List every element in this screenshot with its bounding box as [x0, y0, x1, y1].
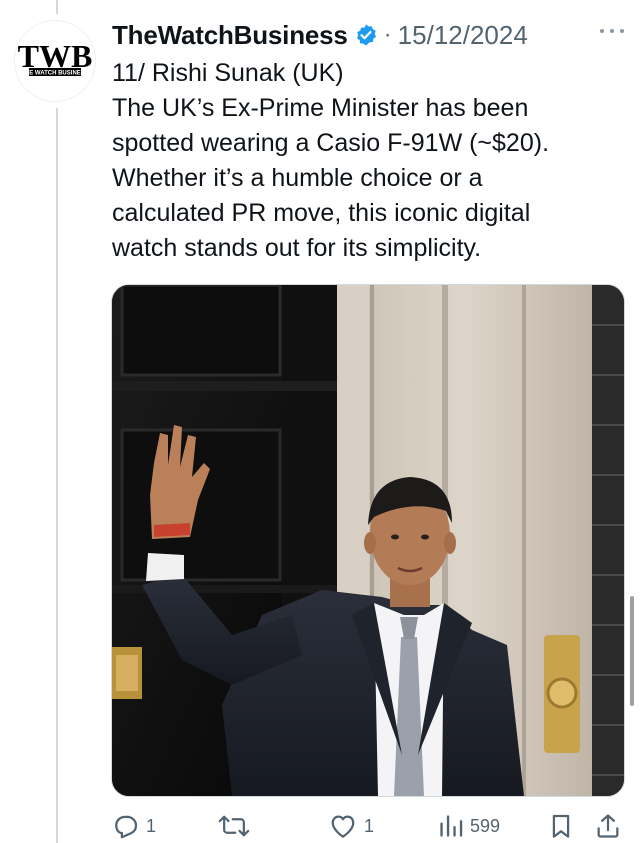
tweet-text: 11/ Rishi Sunak (UK) The UK’s Ex-Prime M… [112, 56, 624, 266]
scrollbar-thumb[interactable] [630, 596, 634, 706]
like-button[interactable]: 1 [328, 810, 374, 842]
tweet-timestamp[interactable]: 15/12/2024 [398, 20, 528, 51]
tweet-text-line: 11/ Rishi Sunak (UK) [112, 59, 344, 87]
avatar-logo-subtext: THE WATCH BUSINESS [21, 71, 89, 77]
tweet-text-line: watch stands out for its simplicity. [112, 234, 482, 262]
thread-connector-line [56, 108, 58, 843]
views-icon [440, 815, 463, 837]
tweet-actions-bar: 1 1 599 [110, 810, 626, 842]
tweet-header: TheWatchBusiness · 15/12/2024 [112, 18, 528, 52]
tweet-text-line: spotted wearing a Casio F-91W (~$20). [112, 129, 550, 157]
share-icon [597, 814, 619, 838]
bookmark-icon [552, 814, 570, 838]
tweet-text-line: calculated PR move, this iconic digital [112, 199, 531, 227]
like-count: 1 [364, 815, 375, 836]
twb-logo-icon: TWB THE WATCH BUSINESS [18, 38, 93, 77]
photo-man-waving-at-door [112, 285, 624, 796]
author-display-name[interactable]: TheWatchBusiness [112, 20, 348, 51]
verified-badge-icon [354, 23, 378, 47]
header-separator: · [383, 21, 392, 48]
more-options-icon[interactable] [600, 26, 624, 36]
reply-button[interactable]: 1 [110, 810, 156, 842]
reply-count: 1 [146, 815, 157, 836]
share-button[interactable] [594, 810, 622, 842]
tweet-text-line: The UK’s Ex-Prime Minister has been [112, 94, 529, 122]
like-icon [331, 815, 355, 838]
views-button[interactable]: 599 [438, 810, 500, 842]
repost-button[interactable] [218, 810, 256, 842]
reply-icon [115, 815, 138, 839]
bookmark-button[interactable] [548, 810, 574, 842]
tweet-text-line: Whether it’s a humble choice or a [112, 164, 483, 192]
avatar[interactable]: TWB THE WATCH BUSINESS [14, 20, 96, 102]
tweet-media-photo[interactable] [111, 284, 625, 797]
views-count: 599 [470, 815, 501, 836]
thread-line-top [56, 0, 58, 14]
repost-icon [218, 815, 250, 837]
